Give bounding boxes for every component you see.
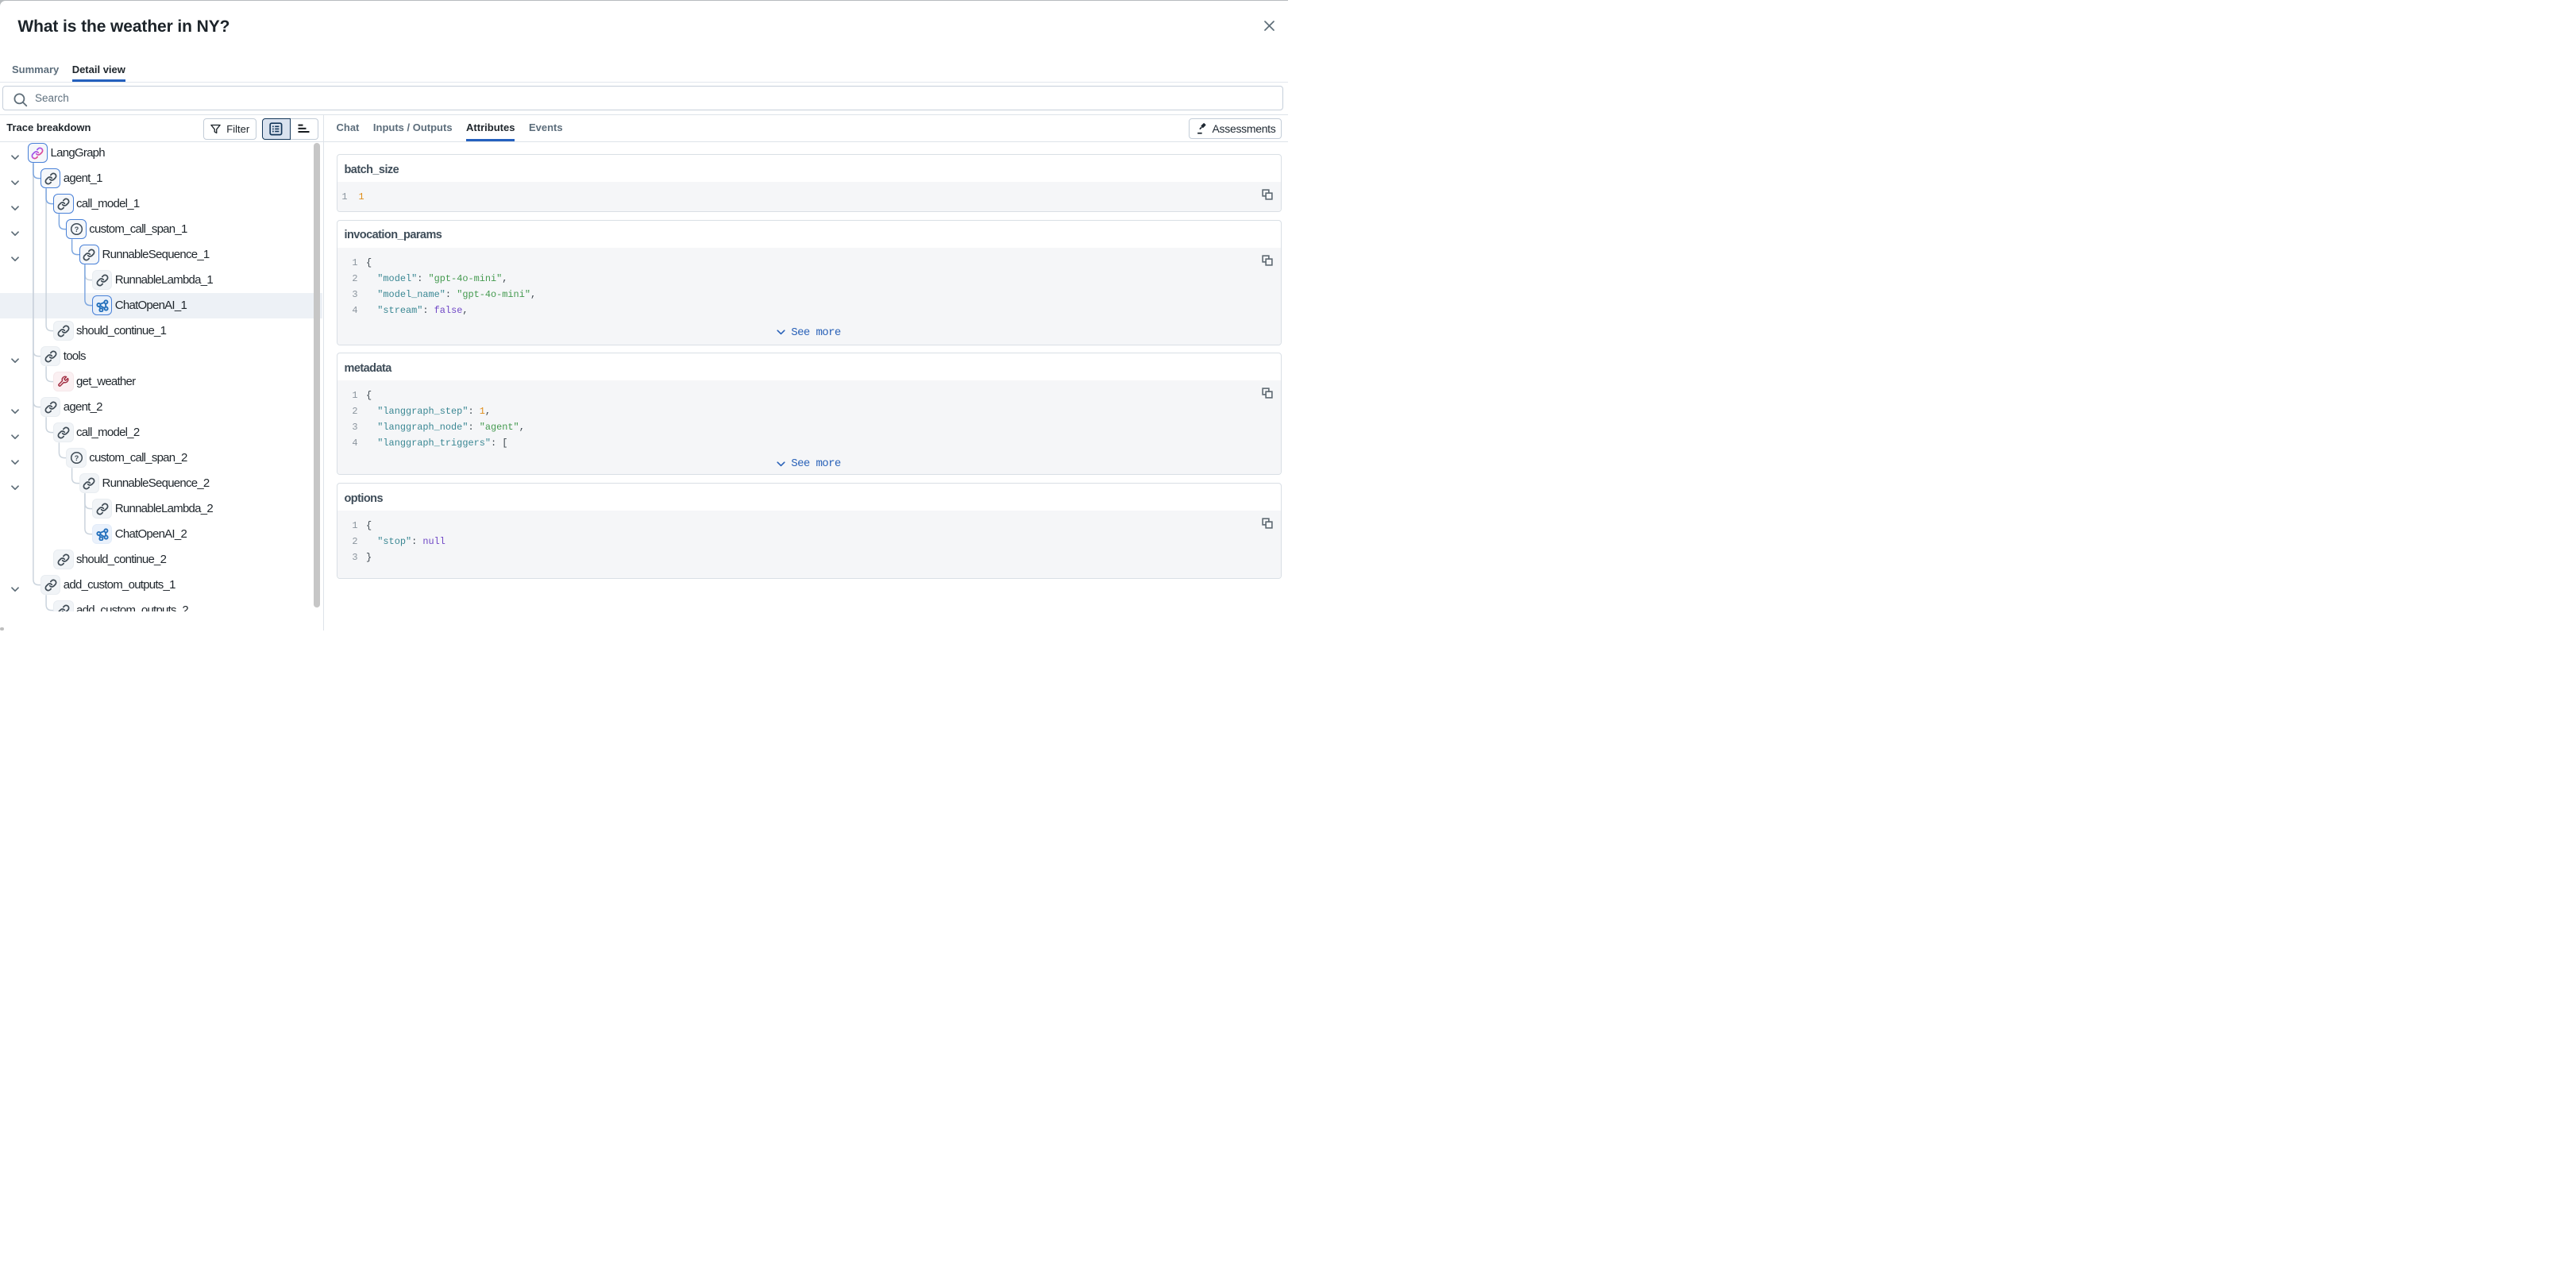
svg-text:?: ?	[74, 454, 79, 462]
svg-text:?: ?	[74, 226, 79, 233]
